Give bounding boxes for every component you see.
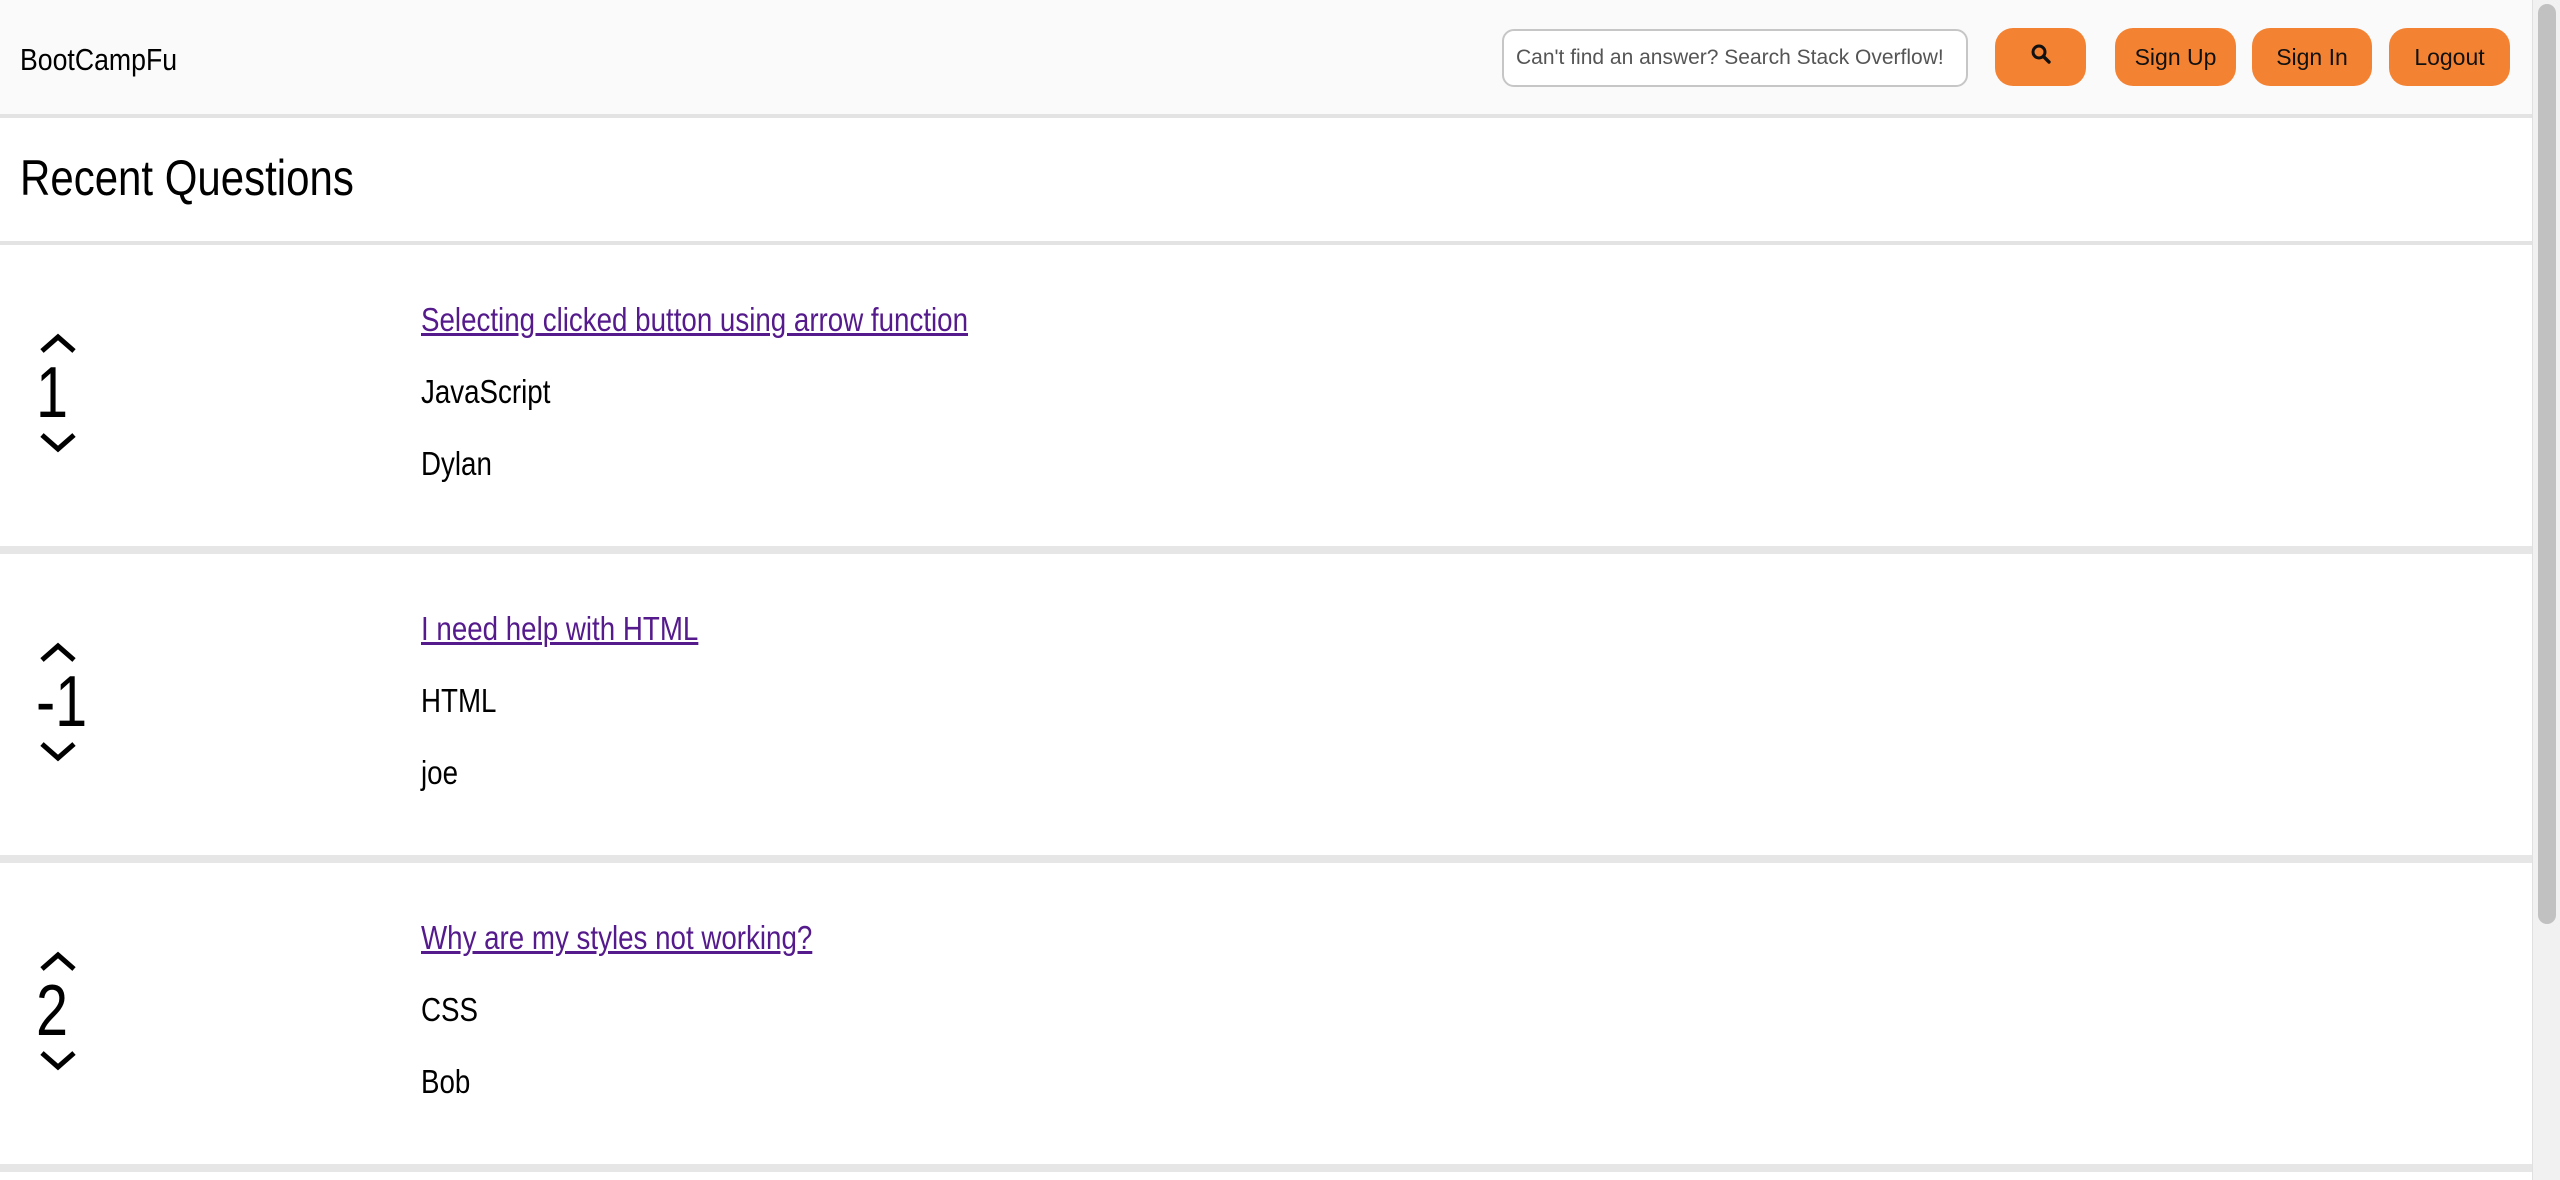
question-item: -1 I need help with HTML HTML joe <box>0 554 2532 863</box>
downvote-icon[interactable] <box>38 431 78 455</box>
question-list: 1 Selecting clicked button using arrow f… <box>0 245 2532 1172</box>
vertical-scrollbar[interactable] <box>2532 0 2560 1180</box>
question-title-link[interactable]: Selecting clicked button using arrow fun… <box>421 300 968 340</box>
question-tag: CSS <box>421 991 479 1028</box>
question-author: Dylan <box>421 445 492 482</box>
question-author: joe <box>421 754 458 791</box>
search-icon <box>2029 42 2053 72</box>
question-item: 2 Why are my styles not working? CSS Bob <box>0 863 2532 1172</box>
logout-button[interactable]: Logout <box>2389 28 2510 86</box>
upvote-icon[interactable] <box>38 949 78 973</box>
vote-count: 2 <box>36 971 69 1051</box>
header: BootCampFu Sign Up Sign In Logout <box>0 0 2532 118</box>
question-title-link[interactable]: Why are my styles not working? <box>421 918 812 958</box>
downvote-icon[interactable] <box>38 1049 78 1073</box>
vote-count: 1 <box>36 353 69 433</box>
page-title: Recent Questions <box>20 150 354 206</box>
question-item: 1 Selecting clicked button using arrow f… <box>0 245 2532 554</box>
upvote-icon[interactable] <box>38 331 78 355</box>
sign-in-button[interactable]: Sign In <box>2252 28 2372 86</box>
question-tag: HTML <box>421 682 497 719</box>
question-tag: JavaScript <box>421 373 551 410</box>
upvote-icon[interactable] <box>38 640 78 664</box>
page: BootCampFu Sign Up Sign In Logout Recent… <box>0 0 2560 1180</box>
downvote-icon[interactable] <box>38 740 78 764</box>
scrollbar-thumb[interactable] <box>2538 4 2556 924</box>
brand-logo[interactable]: BootCampFu <box>20 40 177 80</box>
search-button[interactable] <box>1995 28 2086 86</box>
sign-up-button[interactable]: Sign Up <box>2115 28 2236 86</box>
search-input[interactable] <box>1502 29 1968 87</box>
question-author: Bob <box>421 1063 471 1100</box>
vote-count: -1 <box>36 662 88 742</box>
question-title-link[interactable]: I need help with HTML <box>421 609 698 649</box>
